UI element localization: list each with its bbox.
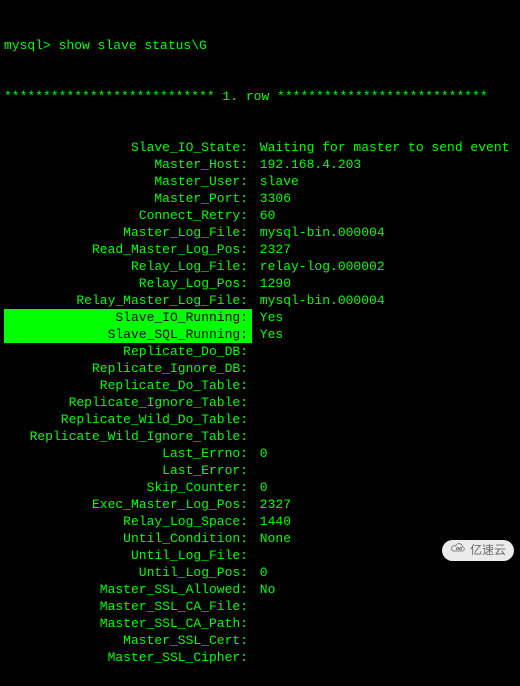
field-label: Replicate_Wild_Ignore_Table: <box>4 428 252 445</box>
field-label: Replicate_Wild_Do_Table: <box>4 411 252 428</box>
field-value: No <box>252 581 275 598</box>
field-value <box>252 377 260 394</box>
field-label: Replicate_Do_DB: <box>4 343 252 360</box>
field-label: Relay_Master_Log_File: <box>4 292 252 309</box>
field-label: Replicate_Ignore_Table: <box>4 394 252 411</box>
field-label: Master_SSL_CA_File: <box>4 598 252 615</box>
status-row: Replicate_Do_Table: <box>4 377 516 394</box>
field-value <box>252 462 260 479</box>
field-label: Replicate_Do_Table: <box>4 377 252 394</box>
status-row: Slave_IO_Running: Yes <box>4 309 516 326</box>
field-label: Last_Errno: <box>4 445 252 462</box>
field-label: Until_Log_File: <box>4 547 252 564</box>
field-value <box>252 547 260 564</box>
status-row: Replicate_Ignore_Table: <box>4 394 516 411</box>
prompt: mysql> show slave status\G <box>4 37 207 54</box>
status-row: Read_Master_Log_Pos: 2327 <box>4 241 516 258</box>
status-row: Master_SSL_CA_File: <box>4 598 516 615</box>
row-separator: *************************** 1. row *****… <box>4 88 516 105</box>
field-value <box>252 632 260 649</box>
status-row: Until_Log_File: <box>4 547 516 564</box>
status-row: Master_Host: 192.168.4.203 <box>4 156 516 173</box>
field-label: Replicate_Ignore_DB: <box>4 360 252 377</box>
status-row: Exec_Master_Log_Pos: 2327 <box>4 496 516 513</box>
status-row: Replicate_Ignore_DB: <box>4 360 516 377</box>
status-row: Connect_Retry: 60 <box>4 207 516 224</box>
field-label: Last_Error: <box>4 462 252 479</box>
field-value: 3306 <box>252 190 291 207</box>
field-value: 192.168.4.203 <box>252 156 361 173</box>
status-row: Master_SSL_CA_Path: <box>4 615 516 632</box>
status-row: Master_SSL_Cert: <box>4 632 516 649</box>
field-label: Master_SSL_Allowed: <box>4 581 252 598</box>
status-row: Replicate_Wild_Ignore_Table: <box>4 428 516 445</box>
field-label: Master_Port: <box>4 190 252 207</box>
prompt-line: mysql> show slave status\G <box>4 37 516 54</box>
field-value <box>252 343 260 360</box>
status-row: Master_User: slave <box>4 173 516 190</box>
field-value <box>252 428 260 445</box>
status-row: Relay_Master_Log_File: mysql-bin.000004 <box>4 292 516 309</box>
field-label: Until_Condition: <box>4 530 252 547</box>
field-value: slave <box>252 173 299 190</box>
status-row: Skip_Counter: 0 <box>4 479 516 496</box>
status-fields: Slave_IO_State: Waiting for master to se… <box>4 139 516 666</box>
field-label: Relay_Log_File: <box>4 258 252 275</box>
status-row: Relay_Log_File: relay-log.000002 <box>4 258 516 275</box>
status-row: Slave_SQL_Running: Yes <box>4 326 516 343</box>
field-value: mysql-bin.000004 <box>252 224 385 241</box>
field-value <box>252 394 260 411</box>
status-row: Slave_IO_State: Waiting for master to se… <box>4 139 516 156</box>
field-value: Yes <box>252 309 283 326</box>
field-label: Master_SSL_Cert: <box>4 632 252 649</box>
status-row: Replicate_Wild_Do_Table: <box>4 411 516 428</box>
field-value: Yes <box>252 326 283 343</box>
status-row: Master_Log_File: mysql-bin.000004 <box>4 224 516 241</box>
field-value: Waiting for master to send event <box>252 139 509 156</box>
field-label: Read_Master_Log_Pos: <box>4 241 252 258</box>
field-value: 0 <box>252 479 268 496</box>
field-label: Relay_Log_Pos: <box>4 275 252 292</box>
cloud-icon <box>450 542 466 559</box>
field-label: Slave_IO_Running: <box>4 309 252 326</box>
field-value <box>252 649 260 666</box>
field-label: Master_Log_File: <box>4 224 252 241</box>
status-row: Master_Port: 3306 <box>4 190 516 207</box>
field-value <box>252 598 260 615</box>
status-row: Last_Error: <box>4 462 516 479</box>
field-label: Slave_SQL_Running: <box>4 326 252 343</box>
field-label: Relay_Log_Space: <box>4 513 252 530</box>
field-value: relay-log.000002 <box>252 258 385 275</box>
field-label: Master_User: <box>4 173 252 190</box>
field-label: Connect_Retry: <box>4 207 252 224</box>
field-value: mysql-bin.000004 <box>252 292 385 309</box>
field-label: Slave_IO_State: <box>4 139 252 156</box>
status-row: Relay_Log_Pos: 1290 <box>4 275 516 292</box>
field-value: 2327 <box>252 241 291 258</box>
field-value <box>252 411 260 428</box>
field-value: None <box>252 530 291 547</box>
terminal-output: mysql> show slave status\G *************… <box>0 0 520 686</box>
status-row: Until_Condition: None <box>4 530 516 547</box>
field-value: 1290 <box>252 275 291 292</box>
field-label: Master_SSL_Cipher: <box>4 649 252 666</box>
watermark-text: 亿速云 <box>470 542 506 559</box>
status-row: Replicate_Do_DB: <box>4 343 516 360</box>
status-row: Last_Errno: 0 <box>4 445 516 462</box>
field-label: Exec_Master_Log_Pos: <box>4 496 252 513</box>
separator-text: *************************** 1. row *****… <box>4 88 488 105</box>
field-label: Master_SSL_CA_Path: <box>4 615 252 632</box>
field-value: 60 <box>252 207 275 224</box>
field-label: Master_Host: <box>4 156 252 173</box>
field-value <box>252 360 260 377</box>
status-row: Master_SSL_Allowed: No <box>4 581 516 598</box>
field-value: 2327 <box>252 496 291 513</box>
field-label: Skip_Counter: <box>4 479 252 496</box>
field-value <box>252 615 260 632</box>
status-row: Relay_Log_Space: 1440 <box>4 513 516 530</box>
watermark-badge: 亿速云 <box>442 540 514 561</box>
field-value: 1440 <box>252 513 291 530</box>
field-value: 0 <box>252 445 268 462</box>
status-row: Master_SSL_Cipher: <box>4 649 516 666</box>
